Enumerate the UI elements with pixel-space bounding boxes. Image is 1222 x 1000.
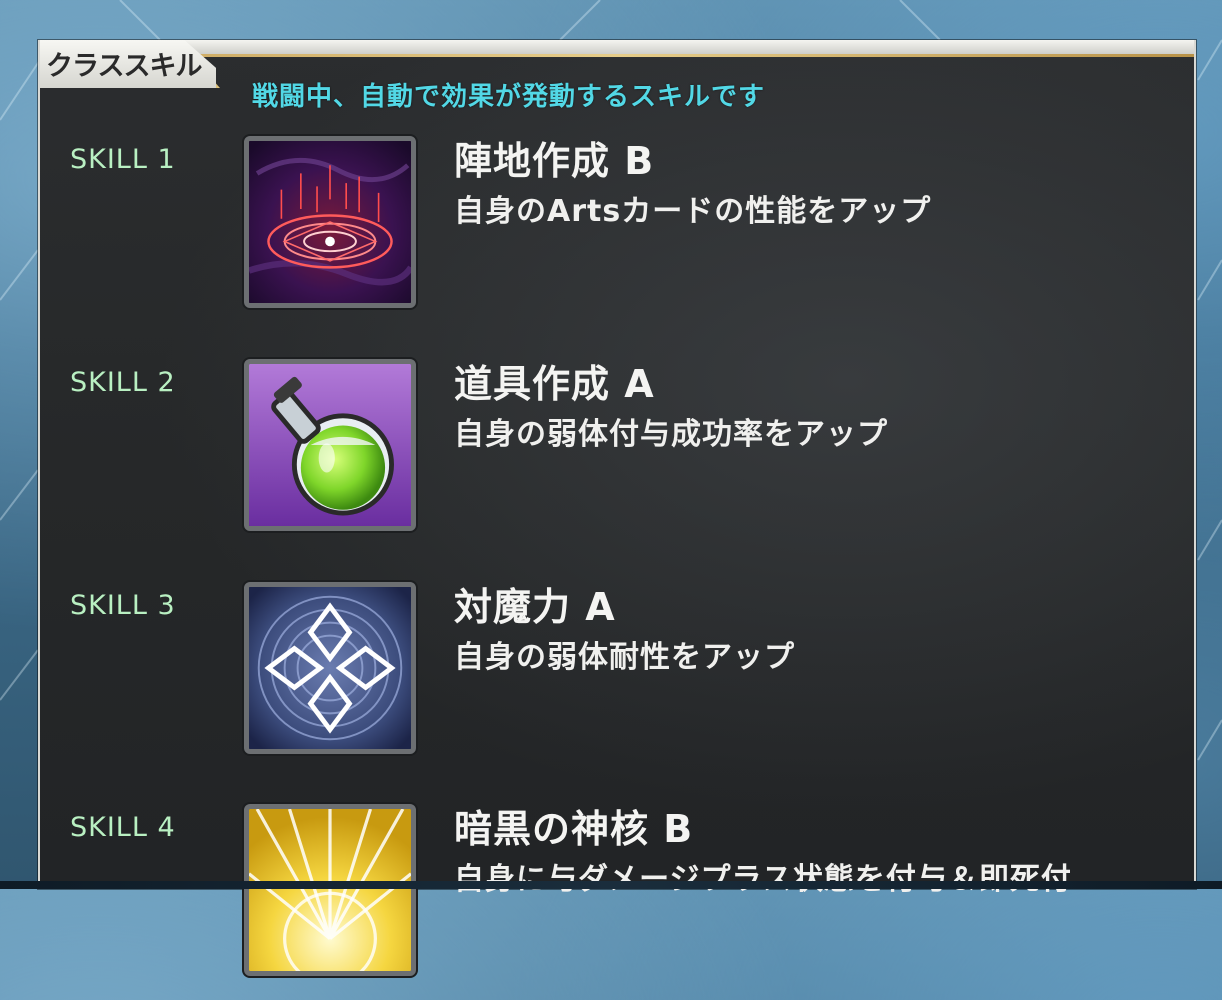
skill-name: 対魔力 A: [454, 585, 616, 629]
skill-row-1: SKILL 1 陣地作成 B 自身のArtsカードの性能をアップ: [40, 132, 1194, 332]
skill-name: 陣地作成 B: [454, 139, 655, 183]
skill-name: 暗黒の神核 B: [454, 807, 694, 851]
skill-name: 道具作成 A: [454, 362, 655, 406]
panel-gold-divider: [40, 54, 1194, 57]
divine-core-burst-icon[interactable]: [244, 804, 416, 976]
skill-label: SKILL 4: [70, 812, 176, 843]
skill-description: 自身の弱体付与成功率をアップ: [454, 417, 888, 452]
skill-label: SKILL 2: [70, 367, 176, 398]
skill-description: 自身に与ダメージプラス状態を付与＆即死付: [454, 862, 1072, 897]
class-skill-panel: クラススキル 戦闘中、自動で効果が発動するスキルです SKILL 1 陣地作成 …: [38, 40, 1196, 976]
skill-label: SKILL 1: [70, 144, 176, 175]
skill-label: SKILL 3: [70, 590, 176, 621]
panel-subtitle: 戦闘中、自動で効果が発動するスキルです: [252, 82, 766, 112]
header-tab: クラススキル: [40, 40, 216, 88]
panel-title: クラススキル: [46, 51, 202, 82]
skill-row-4: SKILL 4 暗黒の神核 B 自身に与ダメージプラス状態を付与＆即死付: [40, 800, 1194, 1000]
skill-row-2: SKILL 2 道具作成 A 自身の弱体付与成功率をアップ: [40, 355, 1194, 555]
magic-circle-icon[interactable]: [244, 136, 416, 308]
anti-magic-diamond-icon[interactable]: [244, 582, 416, 754]
panel-top-border: [40, 40, 1194, 54]
skill-description: 自身のArtsカードの性能をアップ: [454, 194, 932, 229]
skill-row-3: SKILL 3 対魔力 A 自身の弱体耐性をアップ: [40, 578, 1194, 778]
bottom-edge: [0, 881, 1222, 889]
potion-flask-icon[interactable]: [244, 359, 416, 531]
skill-description: 自身の弱体耐性をアップ: [454, 640, 795, 675]
